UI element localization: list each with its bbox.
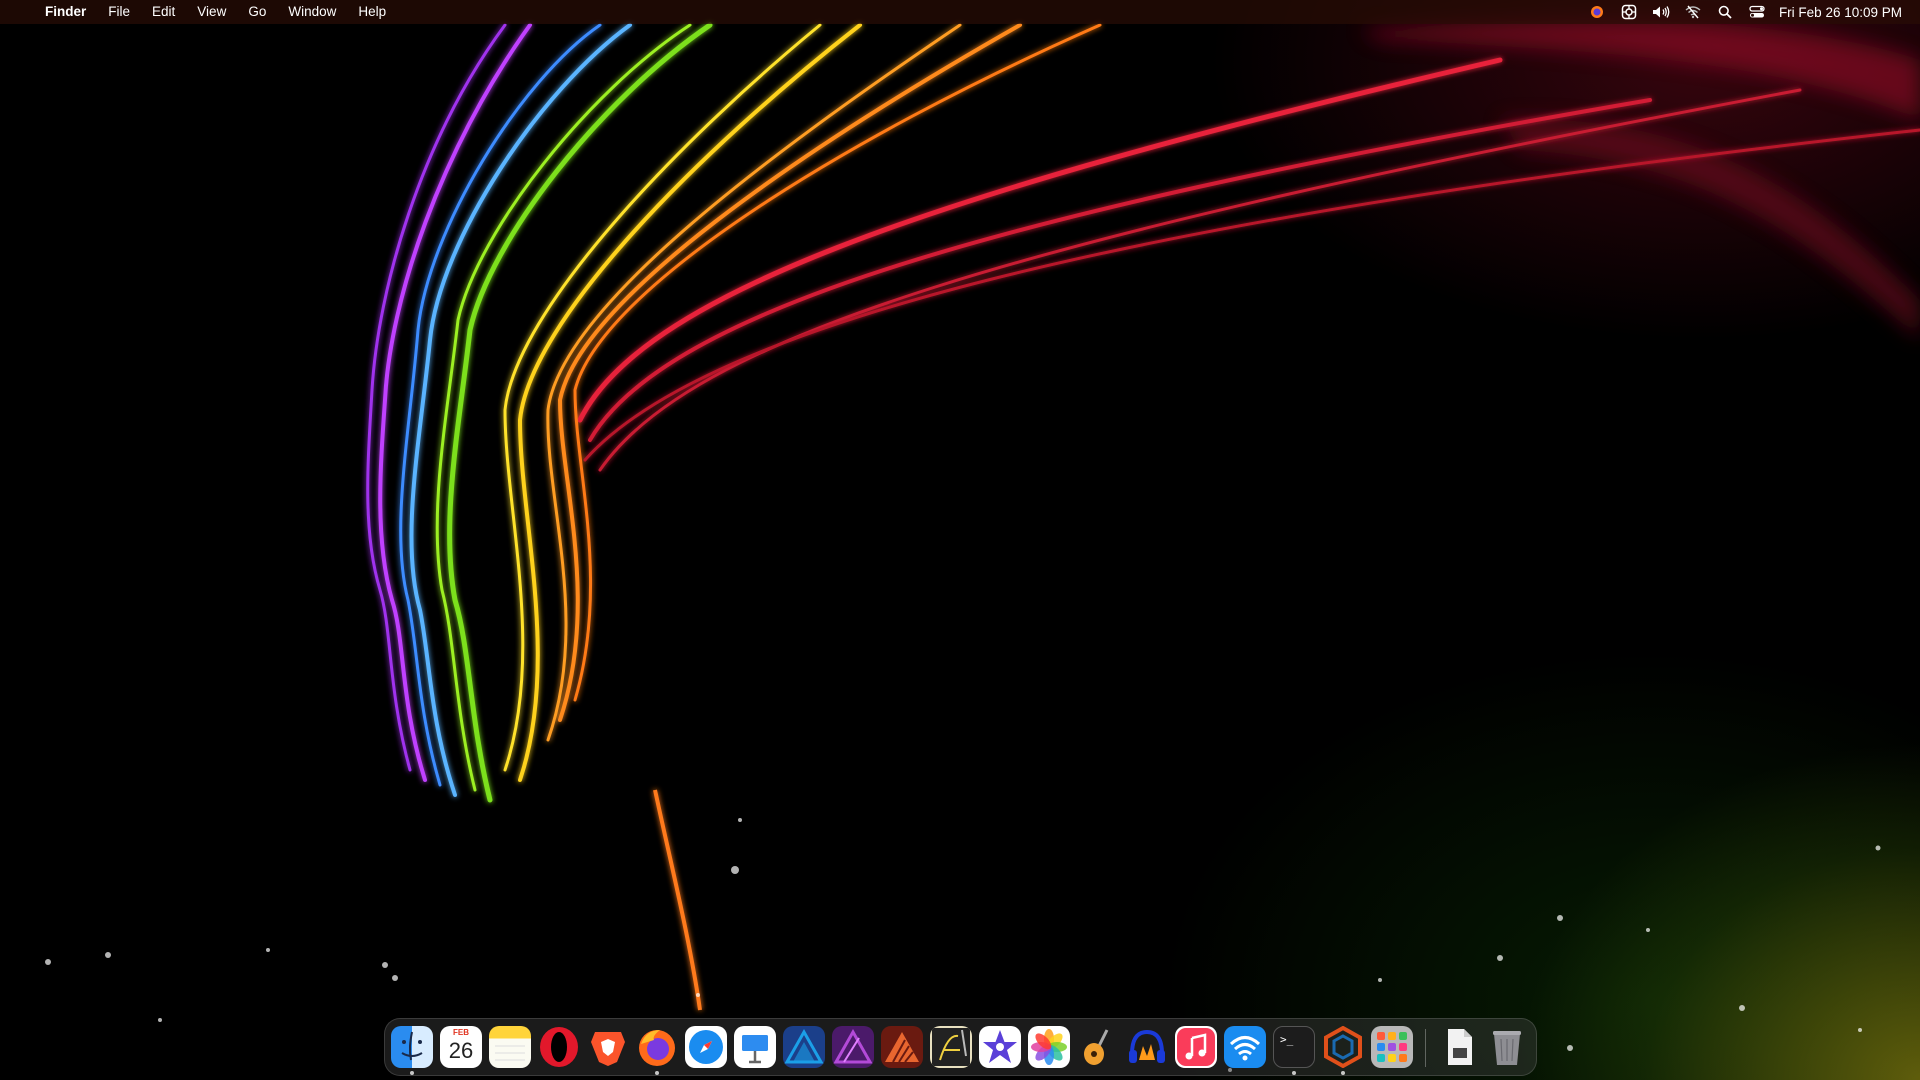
terminal-icon[interactable]: >_ <box>1273 1026 1315 1068</box>
affinity-photo-icon[interactable] <box>832 1026 874 1068</box>
menu-bar-clock[interactable]: Fri Feb 26 10:09 PM <box>1773 5 1902 20</box>
screenshot-tool-icon[interactable] <box>1613 0 1645 24</box>
calendar-icon[interactable]: FEB 26 <box>440 1026 482 1068</box>
calendar-month: FEB <box>453 1028 469 1037</box>
menu-file[interactable]: File <box>97 0 141 24</box>
affinity-publisher-icon[interactable] <box>881 1026 923 1068</box>
desktop-wallpaper <box>0 0 1920 1080</box>
menu-go[interactable]: Go <box>237 0 277 24</box>
running-indicator <box>1341 1071 1345 1075</box>
keynote-icon[interactable] <box>734 1026 776 1068</box>
hexagon-icon[interactable] <box>1322 1026 1364 1068</box>
menu-help[interactable]: Help <box>347 0 397 24</box>
rainbow-face-artwork <box>45 20 1920 1072</box>
document-icon[interactable] <box>1438 1026 1480 1068</box>
finder-icon[interactable] <box>391 1026 433 1068</box>
notes-icon[interactable] <box>489 1026 531 1068</box>
control-center-icon[interactable] <box>1741 0 1773 24</box>
menu-bar-right: Fri Feb 26 10:09 PM <box>1581 0 1902 24</box>
safari-icon[interactable] <box>685 1026 727 1068</box>
imovie-icon[interactable] <box>979 1026 1021 1068</box>
menu-edit[interactable]: Edit <box>141 0 186 24</box>
garageband-icon[interactable] <box>1077 1026 1119 1068</box>
dock: FEB 26 >_ <box>384 1018 1537 1076</box>
terminal-prompt: >_ <box>1280 1033 1294 1046</box>
running-indicator <box>655 1071 659 1075</box>
photos-icon[interactable] <box>1028 1026 1070 1068</box>
brave-icon[interactable] <box>587 1026 629 1068</box>
app-menu-finder[interactable]: Finder <box>34 0 97 24</box>
affinity-designer-icon[interactable] <box>783 1026 825 1068</box>
wifi-off-icon[interactable] <box>1677 0 1709 24</box>
volume-icon[interactable] <box>1645 0 1677 24</box>
running-indicator <box>1292 1071 1296 1075</box>
running-indicator <box>410 1071 414 1075</box>
script-icon[interactable] <box>930 1026 972 1068</box>
firefox-icon[interactable] <box>636 1026 678 1068</box>
search-icon[interactable] <box>1709 0 1741 24</box>
firefox-extension-icon[interactable] <box>1581 0 1613 24</box>
wifi-icon[interactable] <box>1224 1026 1266 1068</box>
opera-icon[interactable] <box>538 1026 580 1068</box>
dock-separator <box>1425 1029 1426 1067</box>
calendar-day: 26 <box>448 1038 474 1063</box>
launchpad-icon[interactable] <box>1371 1026 1413 1068</box>
menu-window[interactable]: Window <box>277 0 347 24</box>
music-icon[interactable] <box>1175 1026 1217 1068</box>
menu-bar-left: Finder File Edit View Go Window Help <box>20 0 397 24</box>
menu-bar: Finder File Edit View Go Window Help Fri… <box>0 0 1920 24</box>
menu-view[interactable]: View <box>186 0 237 24</box>
trash-icon[interactable] <box>1486 1026 1528 1068</box>
headphones-icon[interactable] <box>1126 1026 1168 1068</box>
